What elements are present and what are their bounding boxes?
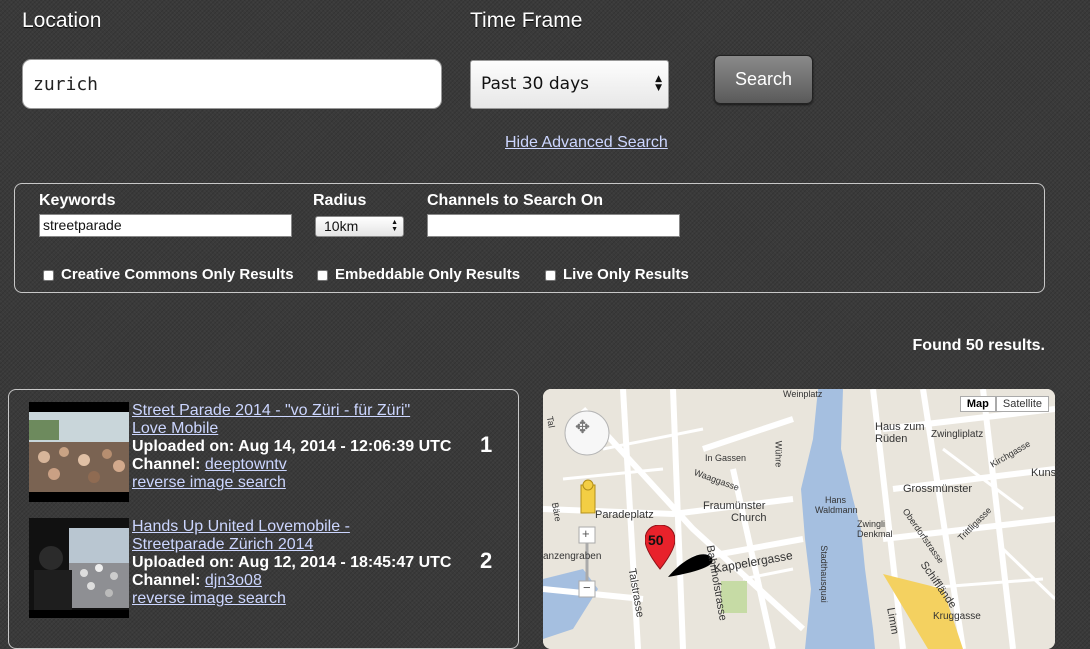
- location-input[interactable]: zurich: [22, 59, 442, 109]
- hide-advanced-search-link[interactable]: Hide Advanced Search: [505, 134, 668, 152]
- reverse-image-search-link[interactable]: reverse image search: [132, 474, 451, 492]
- result-item-2: Hands Up United Lovemobile - Streetparad…: [132, 518, 451, 608]
- timeframe-select[interactable]: Past 30 days ▲ ▼: [470, 60, 669, 109]
- map-label: Zwingliplatz: [931, 429, 984, 440]
- embeddable-label: Embeddable Only Results: [335, 266, 521, 283]
- reverse-image-search-link[interactable]: reverse image search: [132, 590, 451, 608]
- radius-label: Radius: [313, 192, 367, 209]
- live-only-checkbox[interactable]: [545, 270, 556, 281]
- result-number: 1: [480, 432, 493, 457]
- upload-date: Uploaded on: Aug 12, 2014 - 18:45:47 UTC: [132, 554, 452, 571]
- map-label: Paradeplatz: [595, 509, 654, 521]
- embeddable-checkbox[interactable]: [317, 270, 328, 281]
- timeframe-value: Past 30 days: [481, 74, 589, 94]
- map-type-satellite[interactable]: Satellite: [995, 396, 1049, 412]
- results-map[interactable]: Map Satellite ✥ + − 50 Weinplatz Haus zu…: [543, 389, 1055, 649]
- channel-link[interactable]: deeptowntv: [205, 456, 287, 473]
- keywords-input[interactable]: streetparade: [39, 214, 292, 237]
- upload-date: Uploaded on: Aug 14, 2014 - 12:06:39 UTC: [132, 438, 452, 455]
- map-label: Kruggasse: [933, 611, 981, 622]
- map-label: Rüden: [875, 433, 908, 445]
- result-title[interactable]: Streetparade Zürich 2014: [132, 536, 451, 554]
- map-label: Wühre: [773, 440, 784, 468]
- live-only-label: Live Only Results: [563, 266, 689, 283]
- result-title[interactable]: Hands Up United Lovemobile -: [132, 518, 451, 536]
- pan-control-icon[interactable]: ✥: [575, 417, 590, 438]
- select-arrows-icon: ▲ ▼: [655, 74, 662, 93]
- zoom-in-icon[interactable]: +: [582, 526, 590, 541]
- map-label: Grossmünster: [903, 483, 973, 495]
- channels-input[interactable]: [427, 214, 680, 237]
- result-title[interactable]: Love Mobile: [132, 420, 451, 438]
- radius-select[interactable]: 10km ▲ ▼: [315, 216, 404, 237]
- map-label: Fraumünster: [703, 500, 766, 512]
- radius-value: 10km: [324, 218, 359, 234]
- result-title[interactable]: Street Parade 2014 - "vo Züri - für Züri…: [132, 402, 451, 420]
- map-label: Hans: [825, 495, 847, 505]
- video-thumbnail[interactable]: [29, 402, 129, 502]
- map-label: Zwingli: [857, 519, 886, 529]
- video-thumbnail[interactable]: [29, 518, 129, 618]
- channel-prefix: Channel:: [132, 572, 205, 589]
- map-type-map[interactable]: Map: [959, 396, 996, 412]
- map-label: Church: [731, 512, 767, 524]
- select-arrows-icon: ▲ ▼: [391, 219, 398, 233]
- result-number: 2: [480, 548, 493, 573]
- pegman-icon[interactable]: [579, 481, 595, 515]
- results-count: Found 50 results.: [912, 337, 1045, 354]
- channel-prefix: Channel:: [132, 456, 205, 473]
- map-label: Haus zum: [875, 421, 925, 433]
- creative-commons-checkbox[interactable]: [43, 270, 54, 281]
- location-label: Location: [22, 9, 102, 32]
- channels-label: Channels to Search On: [427, 192, 604, 209]
- result-item-1: Street Parade 2014 - "vo Züri - für Züri…: [132, 402, 451, 492]
- results-panel: Street Parade 2014 - "vo Züri - für Züri…: [8, 389, 519, 649]
- timeframe-label: Time Frame: [470, 9, 583, 32]
- channel-row: Channel: deeptowntv: [132, 456, 451, 474]
- search-button[interactable]: Search: [714, 55, 813, 104]
- map-label: Tal: [544, 415, 557, 429]
- map-label: In Gassen: [705, 453, 747, 463]
- map-type-toggle[interactable]: Map Satellite: [959, 396, 1049, 412]
- channel-link[interactable]: djn3o08: [205, 572, 262, 589]
- channel-row: Channel: djn3o08: [132, 572, 451, 590]
- map-label: Stadthausquai: [818, 545, 829, 603]
- map-label: Kuns: [1031, 467, 1055, 479]
- map-label: anzengraben: [543, 551, 602, 562]
- creative-commons-label: Creative Commons Only Results: [61, 266, 294, 283]
- map-marker[interactable]: 50: [644, 524, 676, 585]
- marker-count: 50: [648, 532, 664, 548]
- keywords-label: Keywords: [39, 192, 116, 209]
- map-label: Weinplatz: [783, 389, 823, 399]
- zoom-out-icon[interactable]: −: [583, 580, 591, 595]
- map-label: Waldmann: [815, 505, 858, 515]
- map-label: Denkmal: [857, 529, 893, 539]
